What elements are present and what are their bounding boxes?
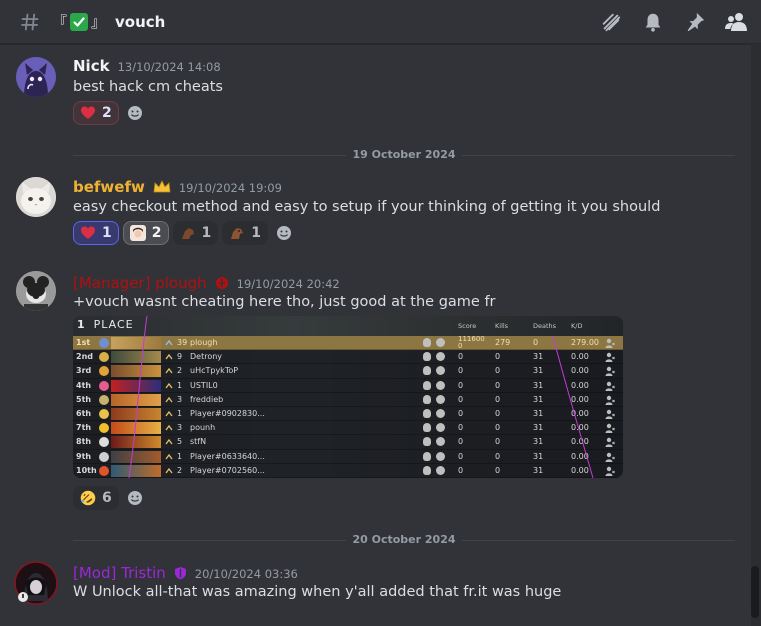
scrollbar-thumb[interactable] (751, 566, 759, 618)
author-name[interactable]: [Mod] Tristin (73, 564, 166, 582)
scrollbar-track[interactable] (751, 44, 761, 626)
message-tristin: [Mod] Tristin 20/10/2024 03:36 W Unlock … (0, 0, 750, 626)
message-content: W Unlock all-that was amazing when y'all… (73, 584, 562, 600)
timestamp: 20/10/2024 03:36 (194, 567, 298, 581)
shield-badge-icon (174, 565, 187, 584)
avatar[interactable] (14, 561, 58, 605)
